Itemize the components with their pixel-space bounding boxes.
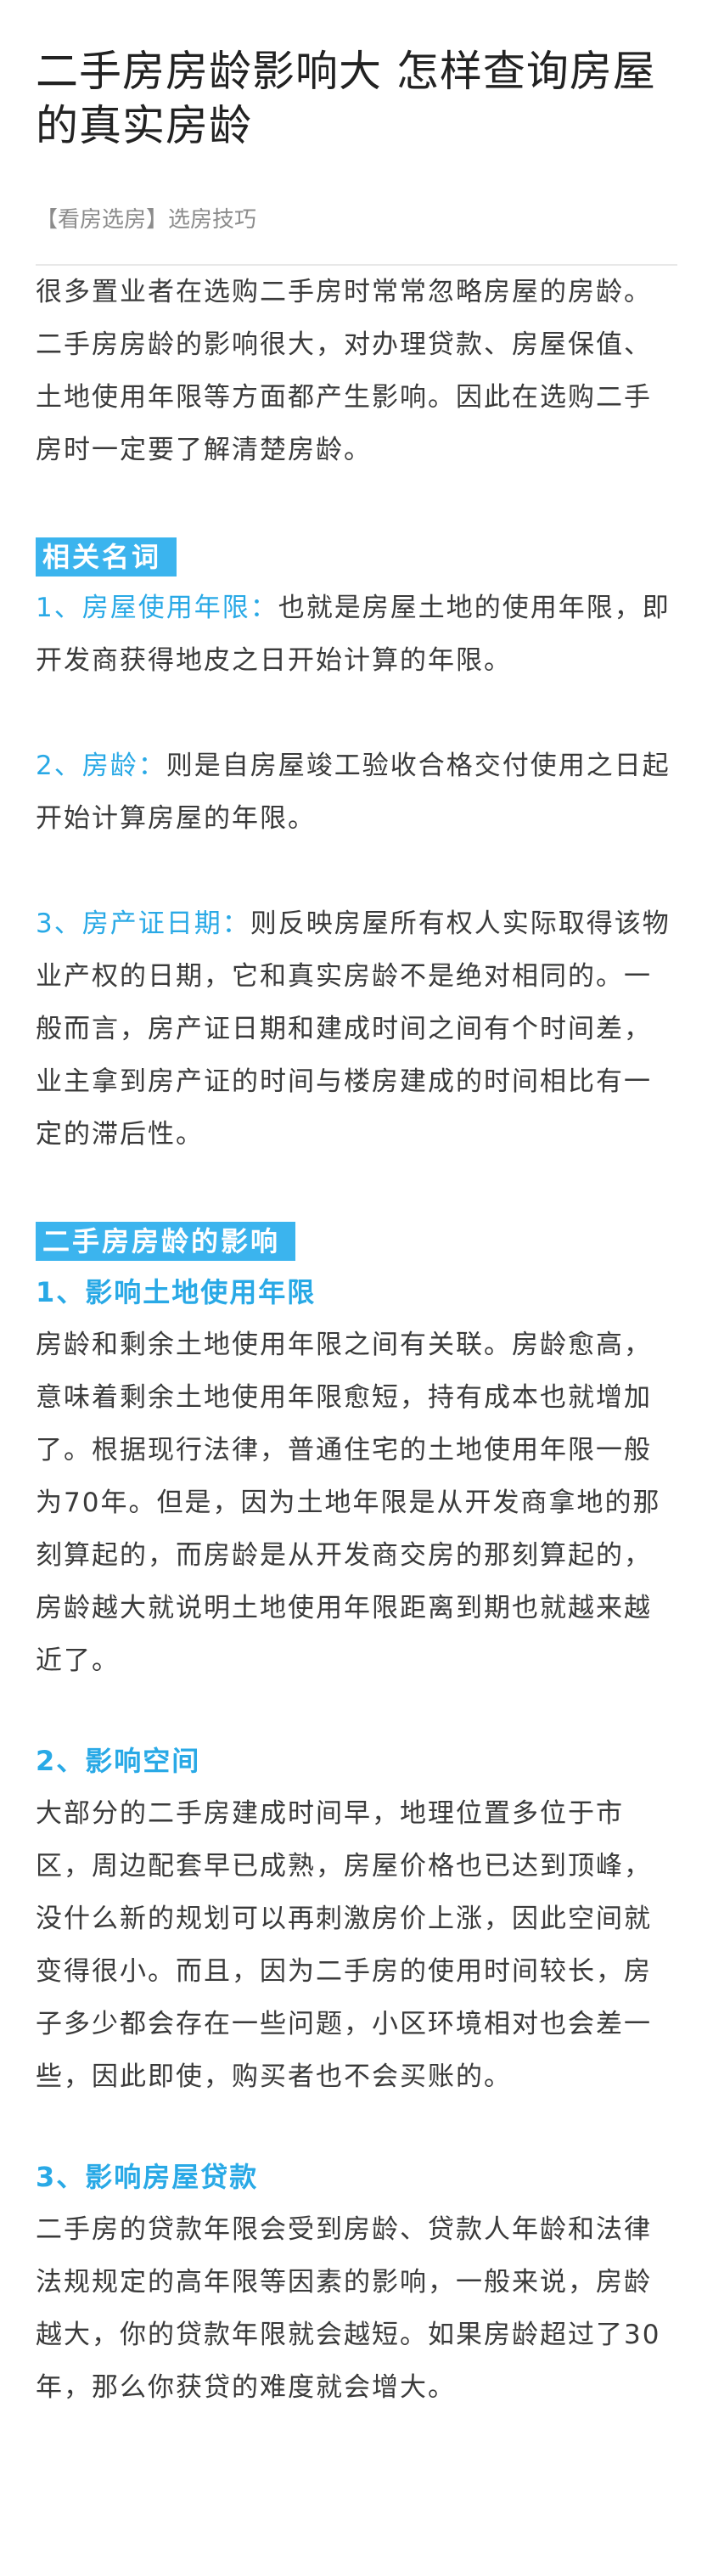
subsection-text: 大部分的二手房建成时间早，地理位置多位于市区，周边配套早已成熟，房屋价格也已达到… xyxy=(36,1798,652,2092)
section-related-terms: 相关名词 1、房屋使用年限：也就是房屋土地的使用年限，即开发商获得地皮之日开始计… xyxy=(36,537,677,1161)
subsection-text: 二手房的贷款年限会受到房龄、贷款人年龄和法律法规规定的高年限等因素的影响，一般来… xyxy=(36,2214,661,2403)
term-item: 1、房屋使用年限：也就是房屋土地的使用年限，即开发商获得地皮之日开始计算的年限。 xyxy=(36,582,677,687)
term-label: 1、房屋使用年限： xyxy=(36,593,278,623)
term-label: 2、房龄： xyxy=(36,751,166,781)
section-impacts: 二手房房龄的影响 1、影响土地使用年限 房龄和剩余土地使用年限之间有关联。房龄愈… xyxy=(36,1222,677,2414)
subsection-heading: 1、影响土地使用年限 xyxy=(36,1276,317,1308)
section-tag: 相关名词 xyxy=(36,537,177,577)
subsection-text: 房龄和剩余土地使用年限之间有关联。房龄愈高，意味着剩余土地使用年限愈短，持有成本… xyxy=(36,1330,661,1676)
term-label: 3、房产证日期： xyxy=(36,908,250,939)
article-category: 【看房选房】选房技巧 xyxy=(36,207,257,233)
intro-paragraph: 很多置业者在选购二手房时常常忽略房屋的房龄。二手房房龄的影响很大，对办理贷款、房… xyxy=(36,277,652,465)
subsection-heading: 2、影响空间 xyxy=(36,1745,201,1777)
term-item: 2、房龄：则是自房屋竣工验收合格交付使用之日起开始计算房屋的年限。 xyxy=(36,740,677,845)
term-item: 3、房产证日期：则反映房屋所有权人实际取得该物业产权的日期，它和真实房龄不是绝对… xyxy=(36,897,677,1161)
section-tag: 二手房房龄的影响 xyxy=(36,1222,296,1261)
term-text: 则反映房屋所有权人实际取得该物业产权的日期，它和真实房龄不是绝对相同的。一般而言… xyxy=(36,908,671,1150)
article-title: 二手房房龄影响大 怎样查询房屋的真实房龄 xyxy=(36,47,656,150)
subsection-heading: 3、影响房屋贷款 xyxy=(36,2161,259,2193)
article: 二手房房龄影响大 怎样查询房屋的真实房龄 【看房选房】选房技巧 很多置业者在选购… xyxy=(0,0,713,2448)
